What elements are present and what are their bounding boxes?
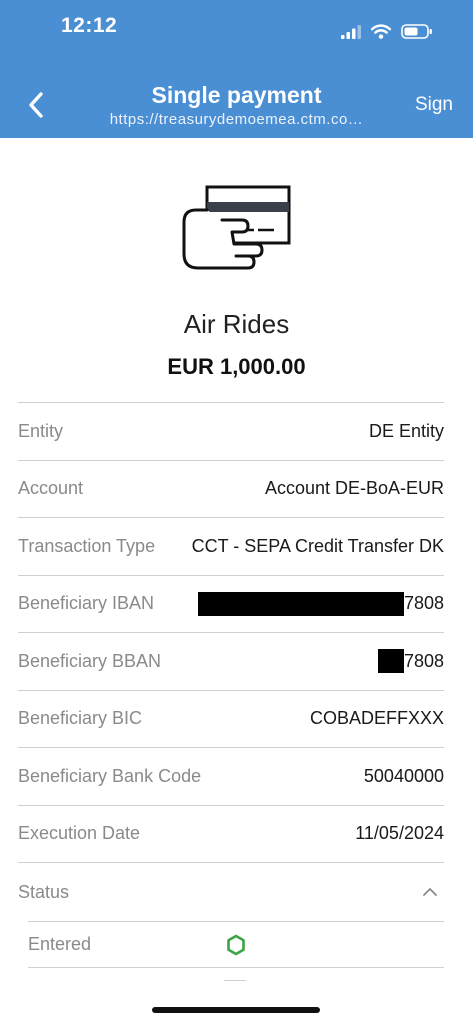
redaction-bar [197, 591, 404, 616]
sign-button[interactable]: Sign [415, 94, 453, 116]
detail-row-account: Account Account DE-BoA-EUR [18, 459, 444, 518]
detail-label: Beneficiary Bank Code [18, 765, 202, 786]
status-section-toggle[interactable]: Status [18, 862, 444, 921]
app-header: 12:12 Single payment https://treasurydem… [0, 0, 473, 138]
chevron-up-icon[interactable] [422, 887, 438, 897]
status-time: 12:12 [61, 14, 118, 37]
detail-value: Account DE-BoA-EUR [264, 478, 444, 499]
scroll-hint-divider [224, 980, 246, 981]
page-url: https://treasurydemoemea.ctm.co… [109, 111, 364, 128]
detail-row-beneficiary-bic: Beneficiary BIC COBADEFFXXX [18, 689, 444, 748]
detail-label: Beneficiary BBAN [18, 650, 162, 671]
cellular-signal-icon [341, 24, 361, 39]
detail-row-transaction-type: Transaction Type CCT - SEPA Credit Trans… [18, 517, 444, 575]
detail-value: 50040000 [363, 765, 444, 786]
detail-value: CCT - SEPA Credit Transfer DK [191, 535, 444, 556]
payment-amount: EUR 1,000.00 [167, 354, 306, 379]
detail-value: COBADEFFXXX [309, 708, 444, 729]
detail-label: Account [18, 478, 84, 499]
status-item-entered: Entered [28, 921, 444, 968]
detail-value-redacted: 7808 [197, 591, 444, 616]
payment-details-list: Entity DE Entity Account Account DE-BoA-… [18, 402, 444, 968]
detail-row-bank-code: Beneficiary Bank Code 50040000 [18, 747, 444, 805]
detail-value: DE Entity [368, 420, 444, 441]
detail-label: Entity [18, 420, 64, 441]
status-indicator-icon [227, 934, 245, 955]
detail-row-beneficiary-iban: Beneficiary IBAN 7808 [18, 574, 444, 633]
battery-icon [401, 24, 432, 39]
detail-label: Beneficiary BIC [18, 708, 143, 729]
detail-label: Execution Date [18, 823, 141, 844]
home-indicator[interactable] [152, 1007, 320, 1013]
detail-label: Beneficiary IBAN [18, 593, 155, 614]
status-icons [341, 24, 433, 39]
wifi-icon [371, 24, 391, 39]
detail-value-suffix: 7808 [403, 593, 444, 614]
detail-row-execution-date: Execution Date 11/05/2024 [18, 804, 444, 863]
detail-row-entity: Entity DE Entity [18, 402, 444, 460]
page-title: Single payment [151, 82, 322, 108]
detail-value-suffix: 7808 [403, 650, 444, 671]
redaction-bar [377, 649, 404, 674]
card-payment-icon [182, 185, 291, 270]
detail-value-redacted: 7808 [377, 649, 444, 674]
status-list: Entered [28, 921, 444, 968]
status-section-label: Status [18, 881, 70, 902]
payee-name: Air Rides [183, 309, 290, 339]
detail-row-beneficiary-bban: Beneficiary BBAN 7808 [18, 632, 444, 690]
status-item-label: Entered [28, 934, 92, 954]
detail-value: 11/05/2024 [355, 823, 444, 844]
detail-label: Transaction Type [18, 535, 156, 556]
